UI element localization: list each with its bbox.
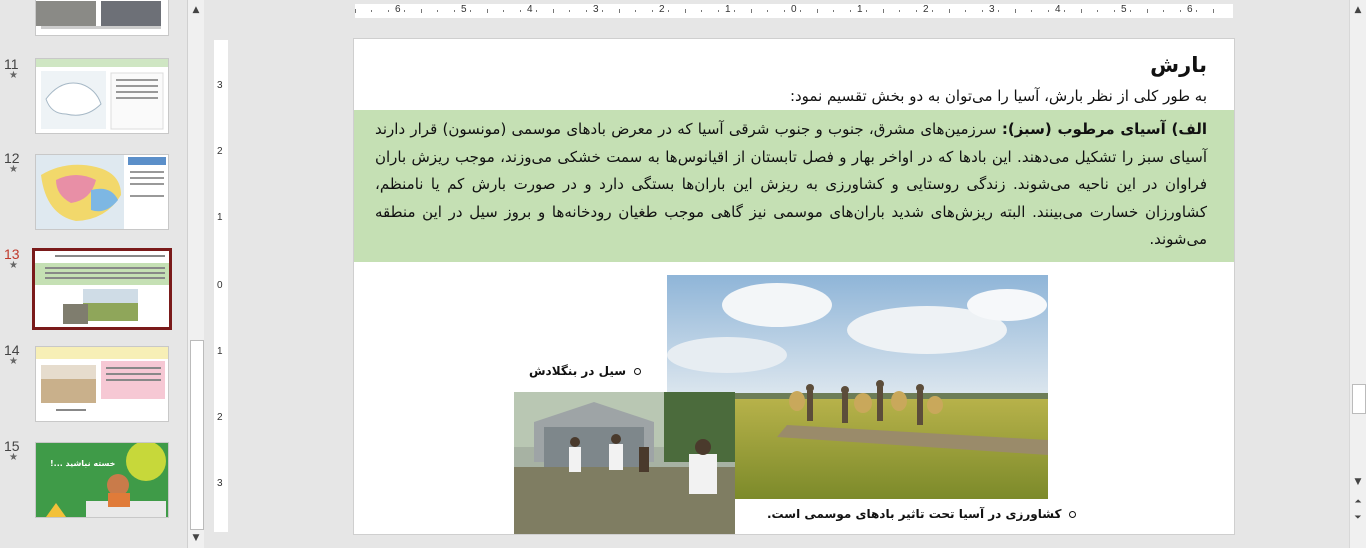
ruler-label: 2 [217,146,223,157]
ruler-label: 1 [217,212,223,223]
slide-thumbnail-15[interactable]: خسته نباشید ...! [35,442,169,518]
caption-flood[interactable]: سیل در بنگلادش [529,364,642,378]
green-textbox-text: الف) آسیای مرطوب (سبز): سرزمین‌های مشرق،… [375,116,1207,254]
animation-star-icon: ★ [9,356,18,367]
thumbnail-15-text: خسته نباشید ...! [50,459,116,468]
vertical-ruler: 3 2 1 0 1 2 3 [214,40,228,532]
ruler-label: 6 [395,4,401,15]
animation-star-icon: ★ [9,70,18,81]
ruler-label: 3 [217,80,223,91]
horizontal-ruler: 6 5 4 3 2 1 0 1 2 3 4 5 6 [355,4,1233,18]
slide-canvas[interactable]: بارش به طور کلی از نظر بارش، آسیا را می‌… [353,38,1235,535]
caption-farming-text: کشاورزی در آسیا تحت تاثیر بادهای موسمی ا… [767,507,1062,521]
thumbnail-11-preview [36,59,168,130]
thumbnail-scrollbar[interactable]: ▲ ▼ [187,0,204,548]
next-slide-icon[interactable]: ⏷ [1350,510,1366,526]
ruler-label: 3 [593,4,599,15]
ruler-label: 2 [659,4,665,15]
thumbnail-12-preview [36,155,166,229]
ruler-label: 3 [217,478,223,489]
ruler-label: 6 [1187,4,1193,15]
green-textbox[interactable]: الف) آسیای مرطوب (سبز): سرزمین‌های مشرق،… [354,110,1234,262]
ruler-label: 1 [725,4,731,15]
slide-scrollbar[interactable]: ▲ ▼ ⏶ ⏷ [1349,0,1366,548]
ruler-label: 2 [923,4,929,15]
slide-thumbnail-10[interactable] [35,0,169,36]
thumbnail-10-preview [36,1,161,29]
ruler-label: 0 [791,4,797,15]
ruler-label: 5 [1121,4,1127,15]
scroll-up-icon[interactable]: ▲ [188,2,204,18]
bullet-circle-icon [1069,511,1077,518]
animation-star-icon: ★ [9,452,18,463]
ruler-label: 5 [461,4,467,15]
ruler-label: 1 [217,346,223,357]
ruler-label: 3 [989,4,995,15]
slide-editor-area: 6 5 4 3 2 1 0 1 2 3 4 5 6 3 2 1 0 1 2 3 … [204,0,1366,548]
ruler-label: 4 [1055,4,1061,15]
scrollbar-thumb[interactable] [190,340,204,530]
ruler-label: 0 [217,280,223,291]
thumbnail-13-preview [35,251,169,327]
ruler-label: 1 [857,4,863,15]
caption-flood-text: سیل در بنگلادش [529,364,627,378]
flood-photo-image [514,392,735,534]
intro-text[interactable]: به طور کلی از نظر بارش، آسیا را می‌توان … [367,87,1207,105]
bullet-circle-icon [634,368,642,375]
thumbnail-15-preview [36,443,168,517]
ruler-label: 4 [527,4,533,15]
scroll-up-icon[interactable]: ▲ [1350,2,1366,18]
slide-thumbnail-pane: 11 ★ 12 ★ 13 ★ 14 ★ 15 ★ خسته نباشید ...… [0,0,187,548]
scroll-down-icon[interactable]: ▼ [188,530,204,546]
thumbnail-14-preview [36,347,168,411]
caption-farming[interactable]: کشاورزی در آسیا تحت تاثیر بادهای موسمی ا… [767,507,1077,521]
scroll-down-icon[interactable]: ▼ [1350,474,1366,490]
green-heading: الف) آسیای مرطوب (سبز): [1001,120,1207,138]
animation-star-icon: ★ [9,260,18,271]
ruler-label: 2 [217,412,223,423]
slide-thumbnail-13-selected[interactable] [32,248,172,330]
slide-thumbnail-14[interactable] [35,346,169,422]
animation-star-icon: ★ [9,164,18,175]
scrollbar-thumb[interactable] [1352,384,1366,414]
slide-title[interactable]: بارش [1150,53,1207,77]
green-body: سرزمین‌های مشرق، جنوب و جنوب شرقی آسیا ک… [375,120,1207,248]
slide-thumbnail-11[interactable] [35,58,169,134]
previous-slide-icon[interactable]: ⏶ [1350,494,1366,510]
slide-thumbnail-12[interactable] [35,154,169,230]
flood-photo[interactable] [514,392,735,534]
